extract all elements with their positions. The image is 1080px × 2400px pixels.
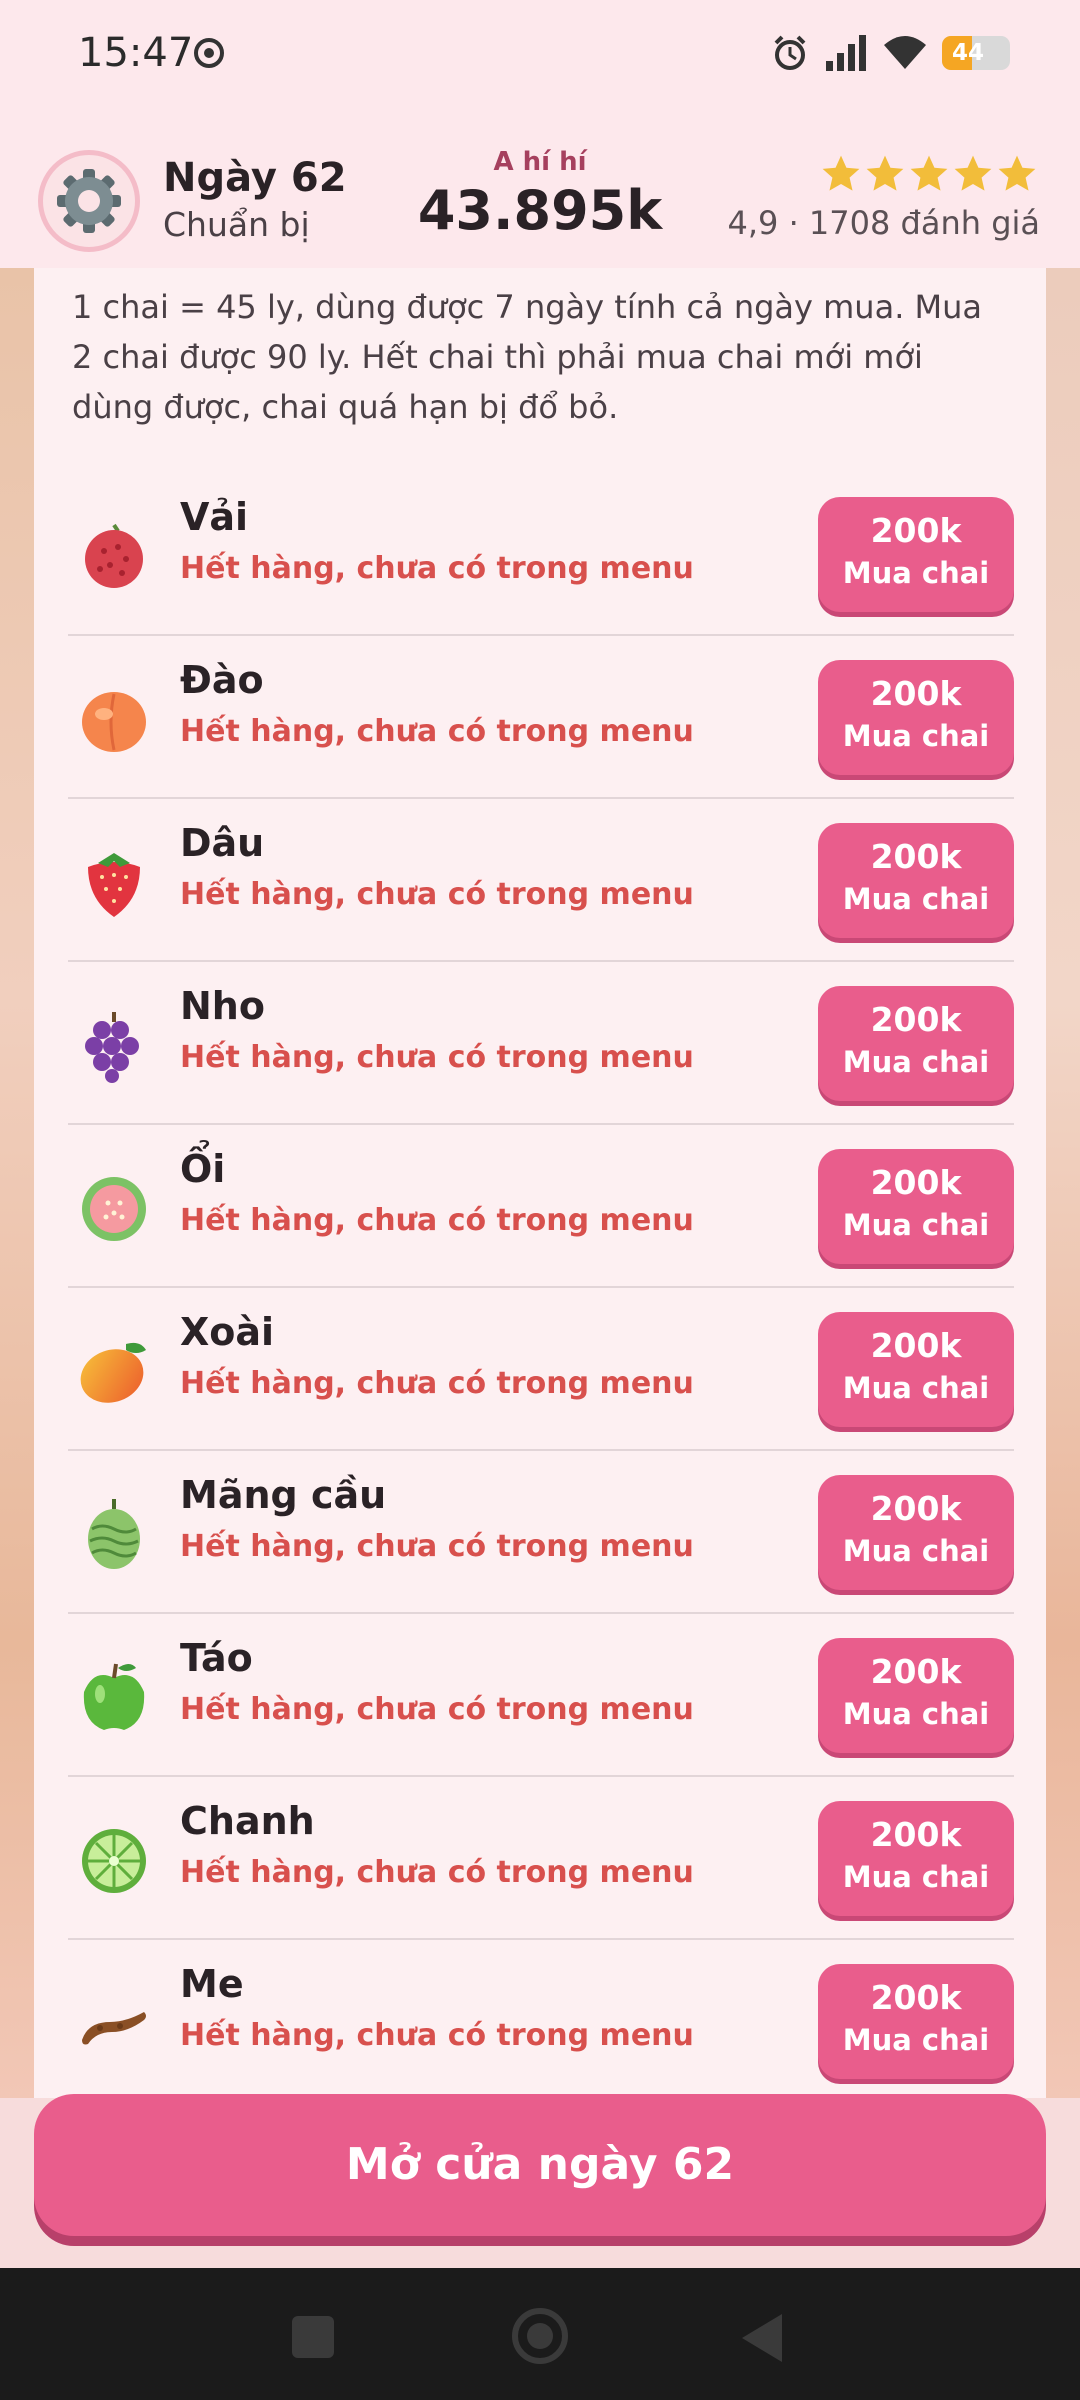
buy-label: Mua chai: [842, 719, 990, 753]
bottle-price: 200k: [870, 1000, 962, 1039]
wifi-icon: [884, 36, 926, 69]
bottle-price: 200k: [870, 511, 962, 550]
buy-label: Mua chai: [842, 1208, 990, 1242]
buy-bottle-button[interactable]: 200k Mua chai: [818, 986, 1014, 1101]
buy-bottle-button[interactable]: 200k Mua chai: [818, 1312, 1014, 1427]
buy-label: Mua chai: [842, 1045, 990, 1079]
star-icon: [954, 155, 992, 191]
fruit-name: Me: [180, 1962, 244, 2006]
fruit-name: Dâu: [180, 821, 265, 865]
guava-icon: [82, 1177, 146, 1241]
buy-bottle-button[interactable]: 200k Mua chai: [818, 823, 1014, 938]
shop-background-right: [1044, 268, 1080, 2098]
fruit-name: Táo: [180, 1636, 253, 1680]
stock-status: Hết hàng, chưa có trong menu: [180, 1040, 694, 1075]
stock-status: Hết hàng, chưa có trong menu: [180, 1366, 694, 1401]
list-item: Me Hết hàng, chưa có trong menu 200k Mua…: [68, 1940, 1014, 2103]
back-button[interactable]: [742, 2314, 782, 2362]
fruit-name: Ổi: [180, 1147, 226, 1191]
star-icon: [998, 155, 1036, 191]
app-notification-icon: [194, 38, 224, 68]
list-item: Nho Hết hàng, chưa có trong menu 200k Mu…: [68, 962, 1014, 1125]
bottle-price: 200k: [870, 674, 962, 713]
list-item: Xoài Hết hàng, chưa có trong menu 200k M…: [68, 1288, 1014, 1451]
status-bar: 15:47 44: [0, 0, 1080, 105]
buy-bottle-button[interactable]: 200k Mua chai: [818, 1964, 1014, 2079]
fruit-name: Mãng cầu: [180, 1473, 387, 1517]
battery-indicator: 44: [942, 36, 1010, 70]
bottle-price: 200k: [870, 837, 962, 876]
stock-status: Hết hàng, chưa có trong menu: [180, 2018, 694, 2053]
strawberry-icon: [88, 853, 140, 917]
shop-background-left: [0, 268, 36, 2098]
lime-icon: [82, 1829, 146, 1893]
buy-label: Mua chai: [842, 1371, 990, 1405]
shop-info-text: 1 chai = 45 ly, dùng được 7 ngày tính cả…: [72, 288, 983, 426]
recents-button[interactable]: [292, 2316, 334, 2358]
list-item: Táo Hết hàng, chưa có trong menu 200k Mu…: [68, 1614, 1014, 1777]
buy-label: Mua chai: [842, 2023, 990, 2057]
grape-icon: [85, 1012, 139, 1083]
open-shop-button[interactable]: Mở cửa ngày 62: [34, 2094, 1046, 2236]
tamarind-icon: [82, 2012, 146, 2045]
list-item: Mãng cầu Hết hàng, chưa có trong menu 20…: [68, 1451, 1014, 1614]
list-item: Vải Hết hàng, chưa có trong menu 200k Mu…: [68, 473, 1014, 636]
signal-icon: [826, 35, 866, 71]
soursop-icon: [88, 1499, 140, 1569]
bottle-price: 200k: [870, 1326, 962, 1365]
buy-bottle-button[interactable]: 200k Mua chai: [818, 1801, 1014, 1916]
lychee-icon: [85, 523, 143, 588]
mango-icon: [80, 1342, 146, 1403]
stock-status: Hết hàng, chưa có trong menu: [180, 1529, 694, 1564]
bottle-price: 200k: [870, 1652, 962, 1691]
list-item: Dâu Hết hàng, chưa có trong menu 200k Mu…: [68, 799, 1014, 962]
bottle-price: 200k: [870, 1489, 962, 1528]
star-icon: [866, 155, 904, 191]
status-icons: 44: [770, 28, 1010, 78]
buy-bottle-button[interactable]: 200k Mua chai: [818, 660, 1014, 775]
star-icon: [822, 155, 860, 191]
rating-stars: [820, 153, 1038, 195]
fruit-name: Xoài: [180, 1310, 275, 1354]
syrup-shop-panel[interactable]: 1 chai = 45 ly, dùng được 7 ngày tính cả…: [34, 268, 1046, 2103]
buy-label: Mua chai: [842, 1534, 990, 1568]
fruit-name: Chanh: [180, 1799, 315, 1843]
buy-bottle-button[interactable]: 200k Mua chai: [818, 1638, 1014, 1753]
fruit-name: Đào: [180, 658, 264, 702]
stock-status: Hết hàng, chưa có trong menu: [180, 1203, 694, 1238]
list-item: Đào Hết hàng, chưa có trong menu 200k Mu…: [68, 636, 1014, 799]
syrup-list[interactable]: Vải Hết hàng, chưa có trong menu 200k Mu…: [68, 473, 1014, 2103]
buy-label: Mua chai: [842, 1697, 990, 1731]
buy-bottle-button[interactable]: 200k Mua chai: [818, 497, 1014, 612]
list-item: Chanh Hết hàng, chưa có trong menu 200k …: [68, 1777, 1014, 1940]
buy-bottle-button[interactable]: 200k Mua chai: [818, 1475, 1014, 1590]
star-icon: [910, 155, 948, 191]
bottle-price: 200k: [870, 1815, 962, 1854]
system-nav-bar: [0, 2268, 1080, 2400]
fruit-name: Vải: [180, 495, 249, 539]
bottle-price: 200k: [870, 1978, 962, 2017]
buy-label: Mua chai: [842, 556, 990, 590]
status-time: 15:47: [78, 30, 194, 76]
home-button[interactable]: [512, 2308, 568, 2364]
stock-status: Hết hàng, chưa có trong menu: [180, 1855, 694, 1890]
stock-status: Hết hàng, chưa có trong menu: [180, 1692, 694, 1727]
fruit-name: Nho: [180, 984, 265, 1028]
list-item: Ổi Hết hàng, chưa có trong menu 200k Mua…: [68, 1125, 1014, 1288]
stock-status: Hết hàng, chưa có trong menu: [180, 551, 694, 586]
bottle-price: 200k: [870, 1163, 962, 1202]
battery-level: 44: [952, 40, 985, 66]
buy-label: Mua chai: [842, 1860, 990, 1894]
apple-icon: [83, 1663, 145, 1730]
stock-status: Hết hàng, chưa có trong menu: [180, 877, 694, 912]
rating-text: 4,9 · 1708 đánh giá: [727, 204, 1040, 242]
peach-icon: [82, 692, 146, 752]
game-header: Ngày 62 Chuẩn bị A hí hí 43.895k 4,9 · 1…: [0, 105, 1080, 268]
buy-label: Mua chai: [842, 882, 990, 916]
alarm-icon: [774, 35, 806, 70]
stock-status: Hết hàng, chưa có trong menu: [180, 714, 694, 749]
buy-bottle-button[interactable]: 200k Mua chai: [818, 1149, 1014, 1264]
